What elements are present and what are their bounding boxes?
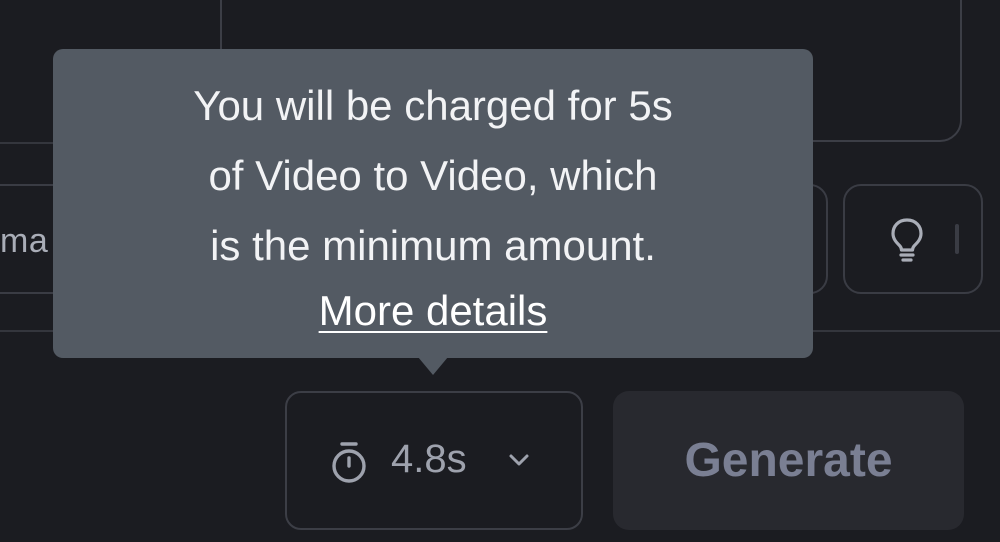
hint-button-edge bbox=[955, 224, 959, 254]
editor-panel: ma 4.8s Generate You will be charged for… bbox=[0, 0, 1000, 542]
generate-button[interactable]: Generate bbox=[613, 391, 964, 530]
option-chip-left-label: ma bbox=[0, 222, 49, 260]
charge-tooltip: You will be charged for 5s of Video to V… bbox=[53, 49, 813, 358]
tooltip-line-1: You will be charged for 5s bbox=[193, 82, 673, 129]
hint-button[interactable] bbox=[843, 184, 983, 294]
timer-icon bbox=[332, 442, 366, 483]
more-details-link[interactable]: More details bbox=[319, 287, 548, 334]
duration-select[interactable]: 4.8s bbox=[285, 391, 583, 530]
lightbulb-icon bbox=[891, 218, 923, 262]
tooltip-line-3: is the minimum amount. bbox=[210, 222, 656, 269]
tooltip-arrow bbox=[418, 357, 448, 375]
chevron-down-icon bbox=[509, 454, 529, 466]
duration-value: 4.8s bbox=[391, 437, 467, 481]
tooltip-message: You will be charged for 5s of Video to V… bbox=[53, 71, 813, 281]
tooltip-line-2: of Video to Video, which bbox=[208, 152, 658, 199]
tooltip-link-row: More details bbox=[53, 281, 813, 341]
